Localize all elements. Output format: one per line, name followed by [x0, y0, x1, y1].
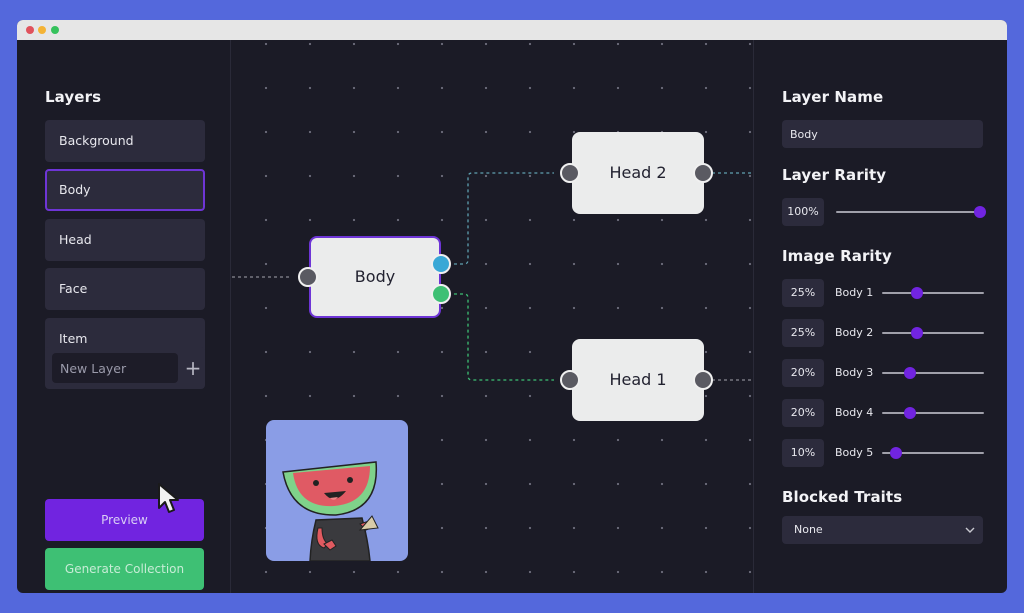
node-body-output-port-1[interactable]: [431, 254, 451, 274]
node-body-input-port[interactable]: [298, 267, 318, 287]
layer-item-background[interactable]: Background: [45, 120, 205, 162]
plus-icon: +: [184, 356, 202, 380]
image-rarity-value[interactable]: 25%: [782, 319, 824, 347]
new-layer-input[interactable]: [52, 353, 178, 383]
add-layer-button[interactable]: +: [183, 356, 203, 380]
image-rarity-label: Body 5: [835, 446, 874, 459]
node-head1-label: Head 1: [609, 370, 667, 389]
layer-name-input[interactable]: [782, 120, 983, 148]
layer-rarity-slider[interactable]: [836, 206, 986, 218]
node-body-output-port-2[interactable]: [431, 284, 451, 304]
layer-name-title: Layer Name: [782, 88, 884, 106]
node-head2-input-port[interactable]: [560, 163, 580, 183]
node-body-label: Body: [354, 267, 396, 286]
generate-collection-button[interactable]: Generate Collection: [45, 548, 204, 590]
layer-rarity-title: Layer Rarity: [782, 166, 887, 184]
image-rarity-label: Body 3: [835, 366, 874, 379]
slider-thumb[interactable]: [904, 367, 917, 379]
node-head1-input-port[interactable]: [560, 370, 580, 390]
chevron-down-icon: [965, 527, 975, 533]
slider-track: [882, 372, 984, 374]
image-rarity-value[interactable]: 20%: [782, 359, 824, 387]
image-rarity-value[interactable]: 20%: [782, 399, 824, 427]
image-rarity-value[interactable]: 25%: [782, 279, 824, 307]
slider-thumb[interactable]: [974, 206, 986, 218]
image-rarity-slider[interactable]: [882, 327, 984, 339]
layer-rarity-value[interactable]: 100%: [782, 198, 824, 226]
layer-item-face[interactable]: Face: [45, 268, 205, 310]
node-canvas[interactable]: Body Head 2 Head 1: [232, 40, 753, 593]
maximize-window-button[interactable]: [51, 26, 59, 34]
layer-item-head[interactable]: Head: [45, 219, 205, 261]
node-head1-output-port[interactable]: [693, 370, 713, 390]
node-head2[interactable]: Head 2: [572, 132, 704, 214]
slider-thumb[interactable]: [890, 447, 903, 459]
blocked-traits-title: Blocked Traits: [782, 488, 903, 506]
slider-track: [882, 412, 984, 414]
layers-title: Layers: [45, 88, 102, 106]
slider-track: [836, 211, 984, 213]
image-rarity-slider[interactable]: [882, 287, 984, 299]
new-layer-row: +: [45, 347, 205, 389]
preview-image: [266, 420, 408, 561]
image-rarity-slider[interactable]: [882, 407, 984, 419]
mouse-cursor-icon: [158, 483, 179, 513]
slider-track: [882, 332, 984, 334]
layers-panel: Layers Background Body Head Face Item + …: [17, 40, 231, 593]
image-rarity-title: Image Rarity: [782, 247, 892, 265]
node-body[interactable]: Body: [309, 236, 441, 318]
node-head2-output-port[interactable]: [693, 163, 713, 183]
node-head2-label: Head 2: [609, 163, 667, 182]
image-rarity-slider[interactable]: [882, 367, 984, 379]
minimize-window-button[interactable]: [38, 26, 46, 34]
layer-item-body[interactable]: Body: [45, 169, 205, 211]
slider-thumb[interactable]: [911, 287, 924, 299]
slider-track: [882, 292, 984, 294]
connection-body-head2: [442, 172, 554, 265]
image-rarity-label: Body 2: [835, 326, 874, 339]
properties-panel: Layer Name Layer Rarity 100% Image Rarit…: [753, 40, 1007, 593]
blocked-traits-value: None: [794, 523, 823, 536]
close-window-button[interactable]: [26, 26, 34, 34]
image-rarity-label: Body 1: [835, 286, 874, 299]
image-rarity-value[interactable]: 10%: [782, 439, 824, 467]
slider-thumb[interactable]: [904, 407, 917, 419]
node-head1[interactable]: Head 1: [572, 339, 704, 421]
title-bar: [17, 20, 1007, 40]
image-rarity-slider[interactable]: [882, 447, 984, 459]
slider-thumb[interactable]: [911, 327, 924, 339]
image-rarity-label: Body 4: [835, 406, 874, 419]
blocked-traits-select[interactable]: None: [782, 516, 983, 544]
watermelon-character-illustration: [282, 461, 379, 561]
connection-body-head1: [442, 293, 554, 381]
